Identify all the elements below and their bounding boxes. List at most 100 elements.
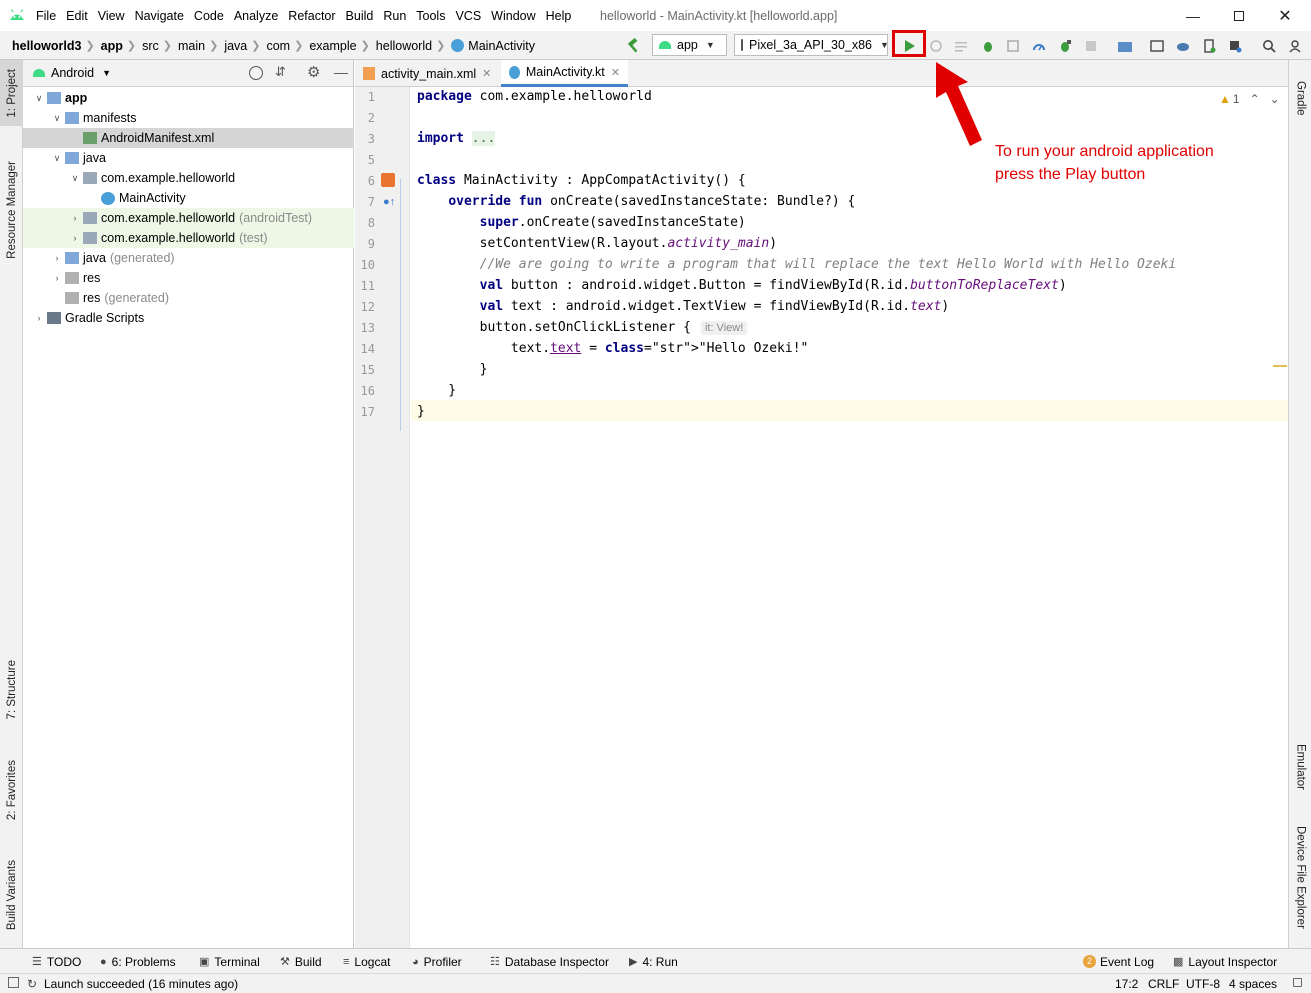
breadcrumb-helloworld[interactable]: helloworld — [376, 39, 432, 53]
run-with-coverage-button[interactable] — [1002, 31, 1024, 60]
code-line[interactable]: super.onCreate(savedInstanceState) — [417, 212, 746, 233]
code-line[interactable]: val text : android.widget.TextView = fin… — [417, 296, 950, 317]
tree-item[interactable]: ∨ app — [23, 88, 354, 108]
breadcrumb-src[interactable]: src — [142, 39, 159, 53]
code-line[interactable]: setContentView(R.layout.activity_main) — [417, 233, 777, 254]
tool-tab-build-variants[interactable]: Build Variants — [0, 850, 23, 940]
tool-tab-resource-manager[interactable]: Resource Manager — [0, 150, 23, 270]
tool-profiler[interactable]: ◕ Profiler — [412, 949, 462, 974]
tree-item[interactable]: ∨ manifests — [23, 108, 354, 128]
tool-tab-device-file-explorer[interactable]: Device File Explorer — [1289, 820, 1311, 935]
device-dropdown[interactable]: Pixel_3a_API_30_x86 ▼ — [734, 34, 889, 56]
menu-tools[interactable]: Tools — [416, 9, 445, 23]
breadcrumb-app[interactable]: app — [101, 39, 123, 53]
code-line[interactable]: import ... — [417, 128, 496, 149]
menu-help[interactable]: Help — [546, 9, 572, 23]
tab-activity-main-xml[interactable]: activity_main.xml ✕ — [355, 60, 500, 87]
menu-vcs[interactable]: VCS — [455, 9, 481, 23]
sdk-manager-button[interactable] — [1224, 31, 1246, 60]
tab-mainactivity-kt[interactable]: MainActivity.kt ✕ — [501, 60, 628, 87]
breadcrumb-main[interactable]: main — [178, 39, 205, 53]
tool-tab-project[interactable]: 1: Project — [0, 60, 23, 126]
file-encoding[interactable]: UTF-8 — [1186, 977, 1220, 991]
device-manager-button[interactable] — [1198, 31, 1220, 60]
code-line[interactable]: } — [417, 380, 456, 401]
override-gutter-icon[interactable]: ●↑ — [383, 196, 395, 208]
minimize-button[interactable]: — — [1170, 0, 1216, 31]
tree-item[interactable]: MainActivity — [23, 188, 354, 208]
tree-item[interactable]: res (generated) — [23, 288, 354, 308]
close-icon[interactable]: ✕ — [611, 66, 620, 79]
tree-item[interactable]: › com.example.helloworld (androidTest) — [23, 208, 354, 228]
menu-build[interactable]: Build — [346, 9, 374, 23]
tool-tab-gradle[interactable]: Gradle — [1289, 68, 1311, 128]
line-separator[interactable]: CRLF — [1148, 977, 1179, 991]
breadcrumb-example[interactable]: example — [309, 39, 356, 53]
project-view-dropdown[interactable]: Android ▼ — [33, 66, 111, 80]
expand-toggle-icon[interactable]: ∨ — [33, 93, 45, 104]
make-project-button[interactable] — [622, 31, 644, 60]
code-line[interactable]: override fun onCreate(savedInstanceState… — [417, 191, 855, 212]
tree-item[interactable]: AndroidManifest.xml — [23, 128, 354, 148]
expand-toggle-icon[interactable]: ∨ — [69, 173, 81, 184]
code-line[interactable]: } — [417, 401, 425, 422]
menu-run[interactable]: Run — [383, 9, 406, 23]
menu-edit[interactable]: Edit — [66, 9, 88, 23]
expand-toggle-icon[interactable]: › — [69, 233, 81, 243]
close-icon[interactable]: ✕ — [482, 67, 491, 80]
apply-changes-button[interactable] — [925, 31, 947, 60]
expand-toggle-icon[interactable]: › — [33, 313, 45, 323]
code-line[interactable]: //We are going to write a program that w… — [417, 254, 1177, 275]
search-everywhere-button[interactable] — [1258, 31, 1280, 60]
code-line[interactable]: class MainActivity : AppCompatActivity()… — [417, 170, 746, 191]
tool-tab-favorites[interactable]: 2: Favorites — [0, 750, 23, 830]
indent-setting[interactable]: 4 spaces — [1229, 977, 1277, 991]
close-button[interactable]: ✕ — [1262, 0, 1308, 31]
lock-icon[interactable] — [1293, 978, 1302, 987]
tool-run[interactable]: ▶ 4: Run — [629, 949, 678, 974]
maximize-button[interactable] — [1216, 0, 1262, 31]
tool-event-log[interactable]: 2 Event Log — [1083, 949, 1154, 974]
menu-analyze[interactable]: Analyze — [234, 9, 278, 23]
status-toggle-icon[interactable] — [8, 977, 19, 988]
expand-toggle-icon[interactable]: ∨ — [51, 113, 63, 124]
project-structure-button[interactable] — [1114, 31, 1136, 60]
code-area[interactable]: package com.example.helloworld import ...… — [411, 87, 1288, 948]
breadcrumb-java[interactable]: java — [224, 39, 247, 53]
tree-item[interactable]: › java (generated) — [23, 248, 354, 268]
collapse-all-icon[interactable]: ⇵ — [275, 64, 286, 80]
avd-manager-button[interactable] — [1146, 31, 1168, 60]
tool-build[interactable]: ⚒ Build — [280, 949, 322, 974]
hide-panel-icon[interactable]: — — [334, 64, 348, 80]
tree-item[interactable]: ∨ com.example.helloworld — [23, 168, 354, 188]
tool-tab-emulator[interactable]: Emulator — [1289, 732, 1311, 802]
menu-navigate[interactable]: Navigate — [135, 9, 184, 23]
code-line[interactable]: } — [417, 359, 488, 380]
code-line[interactable]: button.setOnClickListener {it: View! — [417, 317, 748, 338]
breadcrumb-project[interactable]: helloworld3 — [12, 39, 81, 53]
code-line[interactable]: text.text = class="str">"Hello Ozeki!" — [417, 338, 808, 359]
attach-debugger-button[interactable] — [1054, 31, 1076, 60]
tree-item[interactable]: › res — [23, 268, 354, 288]
apply-code-changes-button[interactable] — [950, 31, 972, 60]
debug-button[interactable] — [977, 31, 999, 60]
sync-gradle-button[interactable] — [1172, 31, 1194, 60]
tool-problems[interactable]: ● 6: Problems — [100, 949, 176, 974]
tool-logcat[interactable]: ≡ Logcat — [343, 949, 390, 974]
profile-button[interactable] — [1028, 31, 1050, 60]
menu-code[interactable]: Code — [194, 9, 224, 23]
locate-icon[interactable] — [249, 66, 263, 80]
expand-toggle-icon[interactable]: › — [69, 213, 81, 223]
tree-item[interactable]: › Gradle Scripts — [23, 308, 354, 328]
code-line[interactable]: val button : android.widget.Button = fin… — [417, 275, 1067, 296]
tool-terminal[interactable]: ▣ Terminal — [199, 949, 260, 974]
stop-button[interactable] — [1080, 31, 1102, 60]
tree-item[interactable]: ∨ java — [23, 148, 354, 168]
code-line[interactable]: package com.example.helloworld — [417, 86, 652, 107]
gear-icon[interactable]: ⚙ — [307, 63, 320, 81]
layout-preview-gutter-icon[interactable] — [381, 173, 395, 187]
tree-item[interactable]: › com.example.helloworld (test) — [23, 228, 354, 248]
tool-todo[interactable]: ☰ TODO — [32, 949, 81, 974]
run-config-dropdown[interactable]: app ▼ — [652, 34, 727, 56]
code-with-me-button[interactable] — [1284, 31, 1306, 60]
